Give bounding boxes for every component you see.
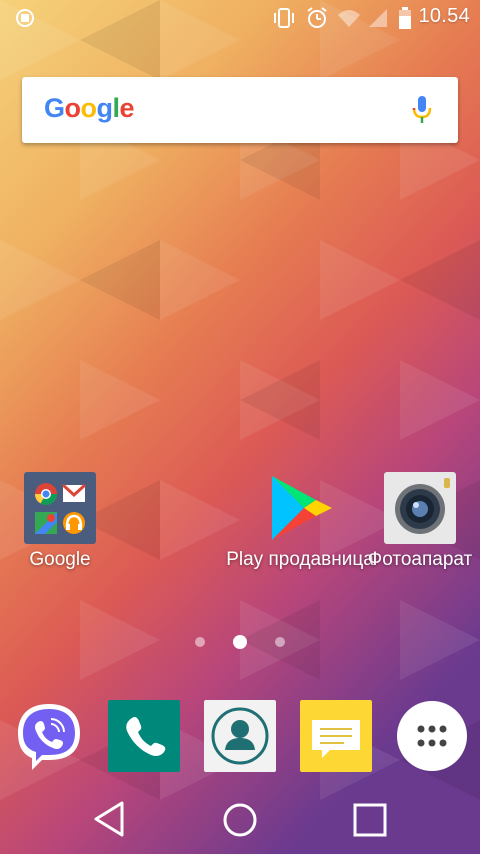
google-folder-icon [24, 472, 96, 544]
app-label-google: Google [29, 549, 91, 570]
vibrate-icon [272, 6, 296, 30]
recents-icon[interactable] [353, 803, 387, 842]
page-dot-1[interactable] [195, 637, 205, 647]
google-folder[interactable]: Google [24, 472, 96, 570]
page-dot-2-active[interactable] [233, 635, 247, 649]
mic-icon[interactable] [412, 95, 432, 130]
home-icon[interactable] [222, 802, 258, 843]
page-dot-3[interactable] [275, 637, 285, 647]
wifi-icon [337, 6, 361, 30]
camera-app[interactable]: Фотоапарат [368, 472, 472, 570]
google-logo: Google [44, 93, 135, 123]
viber-icon[interactable] [14, 700, 84, 777]
camera-icon [384, 472, 456, 544]
alarm-icon [305, 6, 329, 30]
play-store-icon [264, 472, 336, 549]
phone-icon[interactable] [108, 700, 180, 777]
app-drawer-icon[interactable] [396, 700, 468, 777]
back-icon[interactable] [92, 800, 126, 843]
status-time: 10.54 [418, 5, 470, 27]
app-label-camera: Фотоапарат [367, 549, 473, 570]
google-search-bar[interactable]: Google [22, 77, 458, 143]
battery-icon [398, 6, 412, 30]
status-bar: 10.54 [0, 0, 480, 36]
messages-icon[interactable] [300, 700, 372, 777]
signal-icon [367, 6, 389, 30]
sync-icon [14, 6, 36, 30]
play-store-app[interactable]: Play продавница [226, 472, 374, 570]
contacts-icon[interactable] [204, 700, 276, 777]
